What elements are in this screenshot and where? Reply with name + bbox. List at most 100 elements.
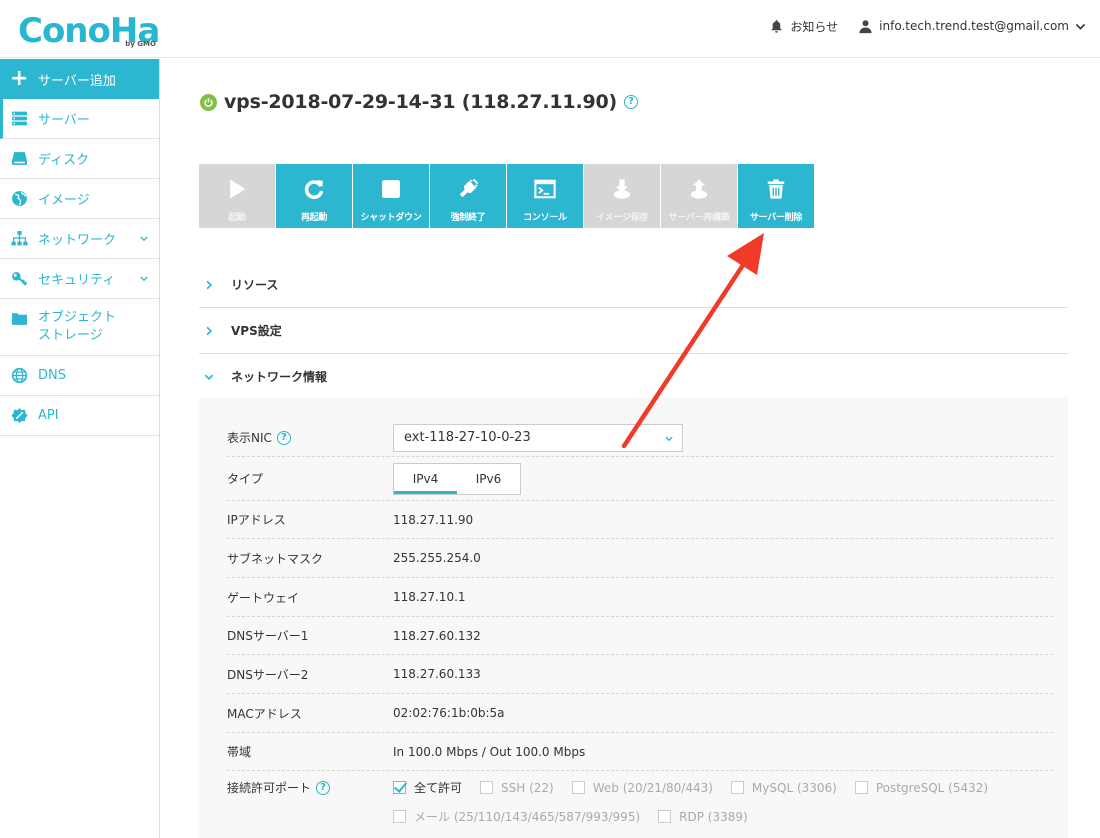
sidebar-item-label: イメージ (38, 193, 90, 208)
sidebar-item-label: セキュリティ (38, 273, 116, 288)
port-checkbox-mail[interactable]: メール (25/110/143/465/587/993/995) (393, 808, 640, 825)
rebuild-server-button[interactable]: サーバー再構築 (661, 164, 737, 228)
nic-label-wrap: 表示NIC ? (227, 429, 393, 446)
section-label: VPS設定 (231, 324, 282, 338)
sidebar-item-security[interactable]: セキュリティ (0, 259, 159, 299)
row-label: 帯域 (227, 745, 252, 759)
section-vps-settings[interactable]: VPS設定 (199, 308, 1068, 354)
network-icon (10, 230, 28, 248)
sidebar-item-network[interactable]: ネットワーク (0, 219, 159, 259)
sidebar-item-server[interactable]: サーバー (0, 99, 159, 139)
port-checkbox-all[interactable]: 全て許可 (393, 779, 462, 796)
chevron-down-icon (665, 436, 673, 441)
type-row: タイプ IPv4 IPv6 (227, 457, 1053, 501)
restart-button[interactable]: 再起動 (276, 164, 352, 228)
user-icon (859, 19, 872, 33)
help-icon[interactable]: ? (316, 780, 331, 795)
globe-grid-icon (10, 367, 28, 385)
page-title: vps-2018-07-29-14-31 (118.27.11.90) (224, 91, 617, 113)
console-label: コンソール (523, 213, 567, 223)
start-button[interactable]: 起動 (199, 164, 275, 228)
section-resources[interactable]: リソース (199, 262, 1068, 308)
main-content: vps-2018-07-29-14-31 (118.27.11.90) ? 起動… (161, 59, 1100, 838)
tab-ipv4[interactable]: IPv4 (394, 464, 457, 494)
chevron-right-icon (203, 325, 215, 337)
add-server-button[interactable]: + サーバー追加 (0, 59, 159, 99)
section-label: ネットワーク情報 (231, 370, 328, 384)
console-button[interactable]: コンソール (507, 164, 583, 228)
checkbox[interactable] (393, 810, 406, 823)
checkbox[interactable] (480, 781, 494, 794)
port-checkbox-postgresql[interactable]: PostgreSQL (5432) (854, 779, 988, 796)
row-value: 255.255.254.0 (393, 551, 481, 565)
force-stop-button[interactable]: 強制終了 (430, 164, 506, 228)
port-checkbox-rdp[interactable]: RDP (3389) (658, 808, 748, 825)
sidebar-item-disk[interactable]: ディスク (0, 139, 159, 179)
port-checkbox-mysql[interactable]: MySQL (3306) (730, 779, 837, 796)
section-network-info[interactable]: ネットワーク情報 (199, 354, 1068, 400)
checkbox[interactable] (393, 781, 406, 794)
save-image-button[interactable]: イメージ保存 (584, 164, 660, 228)
start-label: 起動 (228, 213, 246, 223)
ip-address-row: IPアドレス 118.27.11.90 (227, 501, 1053, 539)
logo-sub: by GMO (125, 40, 156, 48)
row-label: サブネットマスク (227, 551, 324, 566)
checkbox[interactable] (854, 781, 868, 794)
sidebar-item-label: DNS (38, 368, 66, 383)
sidebar-item-dns[interactable]: DNS (0, 356, 159, 396)
checkbox[interactable] (730, 781, 744, 794)
download-disk-icon (611, 178, 633, 200)
sidebar-item-api[interactable]: API (0, 396, 159, 436)
network-info-panel: 表示NIC ? ext-118-27-10-0-23 タイプ IPv4 IPv6… (199, 397, 1068, 838)
tab-ipv6[interactable]: IPv6 (457, 464, 520, 494)
port-label: RDP (3389) (679, 809, 748, 824)
checkbox[interactable] (658, 810, 672, 823)
shutdown-button[interactable]: シャットダウン (353, 164, 429, 228)
port-label: 全て許可 (414, 781, 463, 795)
row-value: 02:02:76:1b:0b:5a (393, 706, 505, 720)
sidebar-item-object-storage[interactable]: オブジェクト ストレージ (0, 299, 159, 356)
chevron-down-icon (140, 276, 148, 281)
conoha-logo[interactable]: ConoHa by GMO (18, 8, 160, 50)
type-label: タイプ (227, 472, 264, 486)
dns-server-1-row: DNSサーバー1 118.27.60.132 (227, 617, 1053, 655)
add-server-label: サーバー追加 (38, 73, 116, 89)
row-label: ゲートウェイ (227, 590, 300, 605)
row-value: 118.27.60.133 (393, 667, 481, 681)
ports-label-wrap: 接続許可ポート ? (227, 779, 393, 796)
gateway-row: ゲートウェイ 118.27.10.1 (227, 578, 1053, 617)
row-value: In 100.0 Mbps / Out 100.0 Mbps (393, 744, 586, 759)
plus-icon: + (10, 66, 29, 91)
row-label: DNSサーバー1 (227, 629, 309, 643)
row-label: DNSサーバー2 (227, 667, 309, 682)
user-menu[interactable]: info.tech.trend.test@gmail.com (858, 19, 1086, 34)
sidebar: + サーバー追加 サーバー ディスク イメージ ネットワーク セキュリティ オブ… (0, 59, 160, 838)
chevron-right-icon (203, 279, 215, 291)
nic-label: 表示NIC (227, 431, 272, 445)
subnet-mask-row: サブネットマスク 255.255.254.0 (227, 539, 1053, 578)
section-label: リソース (231, 278, 279, 292)
server-action-toolbar: 起動 再起動 シャットダウン 強制終了 コンソール イメージ保存 サーバー再構築 (199, 164, 814, 228)
ip-type-tabs: IPv4 IPv6 (393, 462, 521, 495)
port-checkbox-web[interactable]: Web (20/21/80/443) (571, 779, 713, 796)
api-icon (10, 407, 28, 425)
port-label: Web (20/21/80/443) (592, 780, 713, 795)
bell-icon (771, 19, 783, 33)
port-label: MySQL (3306) (751, 780, 837, 795)
sidebar-item-image[interactable]: イメージ (0, 179, 159, 219)
notifications-link[interactable]: お知らせ (769, 18, 838, 35)
notifications-label: お知らせ (790, 19, 839, 34)
chevron-down-icon (140, 236, 148, 241)
terminal-icon (534, 178, 556, 200)
checkbox[interactable] (571, 781, 585, 794)
label-line-2: ストレージ (38, 328, 103, 343)
help-icon[interactable]: ? (623, 95, 638, 109)
help-icon[interactable]: ? (276, 430, 291, 445)
save-image-label: イメージ保存 (595, 213, 649, 223)
delete-server-button[interactable]: サーバー削除 (738, 164, 814, 228)
sidebar-item-label: ネットワーク (38, 233, 117, 248)
nic-select[interactable]: ext-118-27-10-0-23 (393, 423, 683, 452)
power-status-icon (200, 93, 217, 111)
port-checkbox-ssh[interactable]: SSH (22) (480, 779, 554, 796)
nic-row: 表示NIC ? ext-118-27-10-0-23 (227, 419, 1053, 457)
